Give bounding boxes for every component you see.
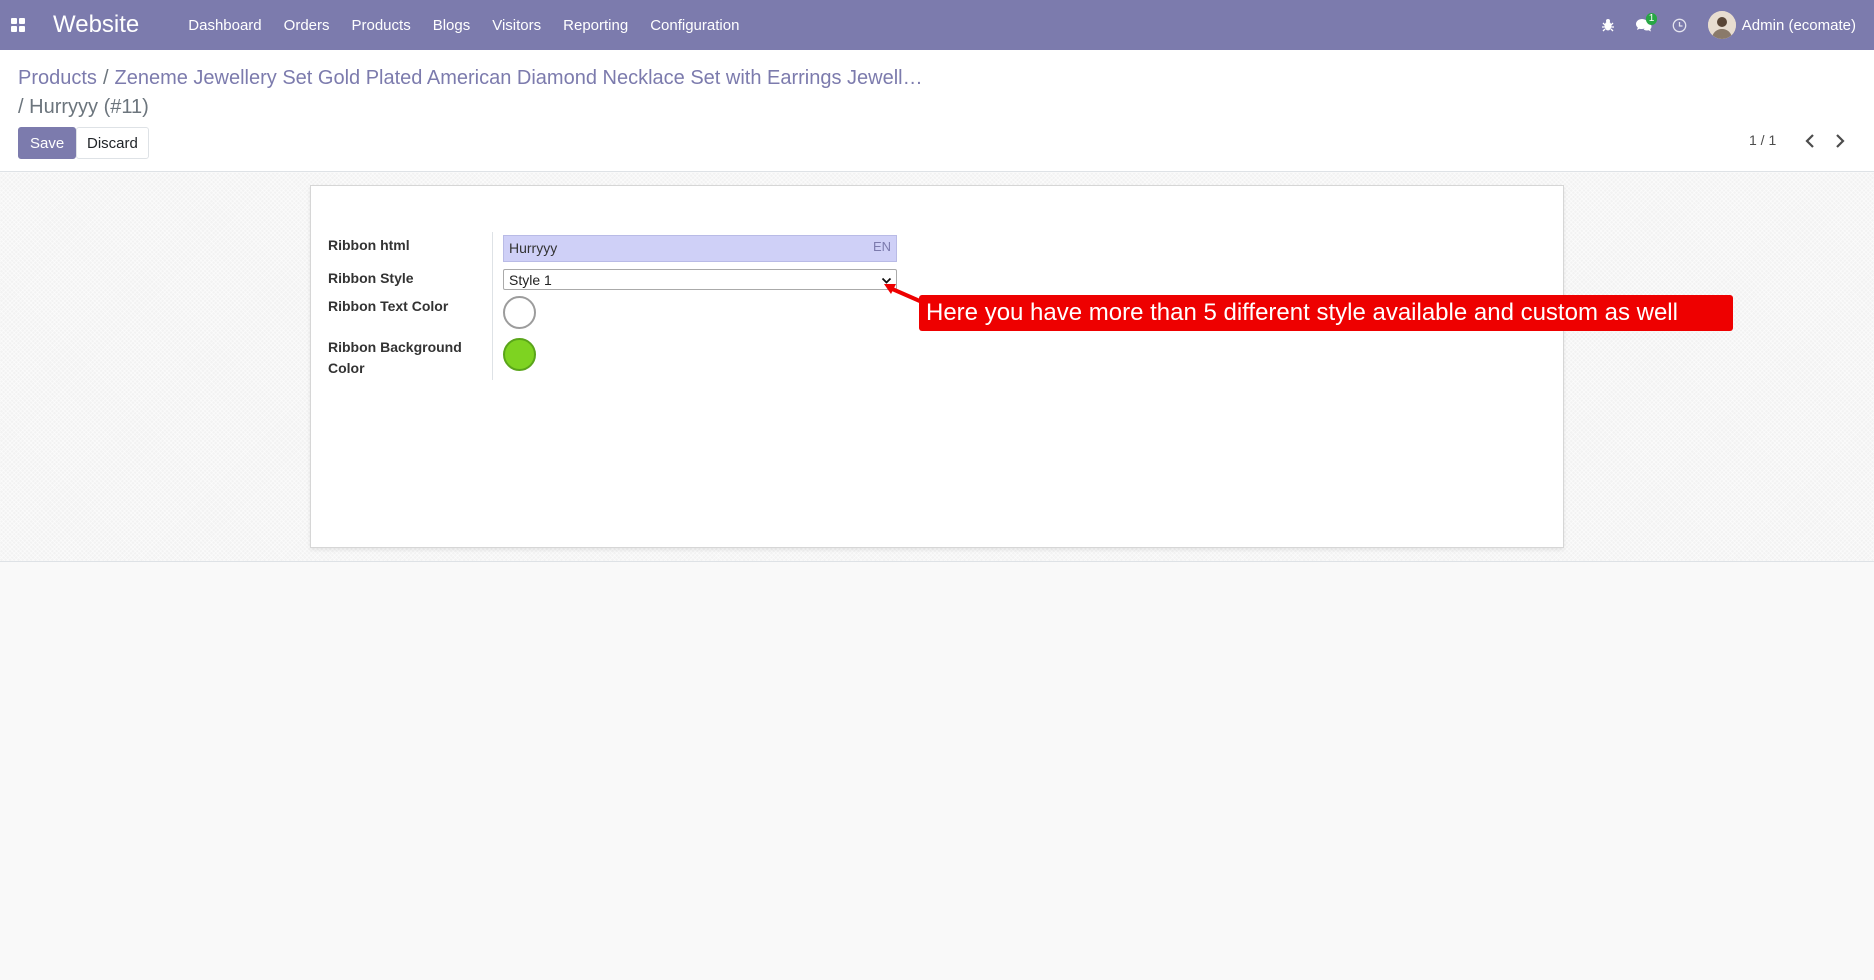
navbar-systray: 1 Admin (ecomate) <box>1590 0 1874 50</box>
ribbon-text-color-swatch[interactable] <box>503 296 536 329</box>
ribbon-html-value: Hurryyy <box>509 240 558 256</box>
save-button[interactable]: Save <box>18 127 77 159</box>
menu-blogs[interactable]: Blogs <box>422 0 482 50</box>
menu-configuration[interactable]: Configuration <box>639 0 750 50</box>
ribbon-html-label: Ribbon html <box>328 237 410 253</box>
ribbon-style-select[interactable]: Style 1 <box>503 269 897 290</box>
ribbon-style-value: Style 1 <box>509 272 552 288</box>
ribbon-style-label: Ribbon Style <box>328 270 414 286</box>
menu-visitors[interactable]: Visitors <box>481 0 552 50</box>
control-panel: Products / Zeneme Jewellery Set Gold Plate… <box>0 50 1874 172</box>
pager-value[interactable]: 1 / 1 <box>1749 132 1776 148</box>
top-navbar: Website Dashboard Orders Products Blogs … <box>0 0 1874 50</box>
avatar <box>1707 11 1736 39</box>
breadcrumb-separator: / <box>18 96 30 118</box>
annotation-callout: Here you have more than 5 different styl… <box>919 295 1733 331</box>
user-name: Admin (ecomate) <box>1741 16 1856 34</box>
label-divider <box>492 232 493 380</box>
breadcrumb-products[interactable]: Products <box>18 67 97 89</box>
ribbon-background-color-swatch[interactable] <box>503 338 536 371</box>
app-title[interactable]: Website <box>53 11 139 39</box>
ribbon-background-color-label: Ribbon Background Color <box>328 339 462 376</box>
debug-bug-icon[interactable] <box>1593 0 1623 50</box>
menu-dashboard[interactable]: Dashboard <box>177 0 272 50</box>
ribbon-text-color-label: Ribbon Text Color <box>328 298 449 314</box>
menu-reporting[interactable]: Reporting <box>552 0 639 50</box>
breadcrumb-current: / Hurryyy (#11) <box>18 93 149 121</box>
pager-next-icon[interactable] <box>1829 130 1851 152</box>
menu-orders[interactable]: Orders <box>273 0 341 50</box>
user-menu[interactable]: Admin (ecomate) <box>1698 0 1874 50</box>
form-sheet <box>310 185 1564 548</box>
breadcrumb-separator: / <box>102 67 109 89</box>
discard-button[interactable]: Discard <box>76 127 149 159</box>
activity-clock-icon[interactable] <box>1665 0 1695 50</box>
menu-products[interactable]: Products <box>341 0 422 50</box>
main-menu: Dashboard Orders Products Blogs Visitors… <box>177 0 750 50</box>
breadcrumb-product[interactable]: Zeneme Jewellery Set Gold Plated America… <box>115 67 923 89</box>
breadcrumb: Products / Zeneme Jewellery Set Gold Plate… <box>18 64 1118 92</box>
translate-language-tag[interactable]: EN <box>873 239 891 254</box>
messages-badge: 1 <box>1645 13 1658 25</box>
apps-menu-icon[interactable] <box>0 0 36 50</box>
ribbon-html-input[interactable]: Hurryyy EN <box>503 235 897 262</box>
breadcrumb-current-record: Hurryyy (#11) <box>29 96 149 118</box>
pager-previous-icon[interactable] <box>1799 130 1821 152</box>
messages-icon[interactable]: 1 <box>1629 0 1659 50</box>
